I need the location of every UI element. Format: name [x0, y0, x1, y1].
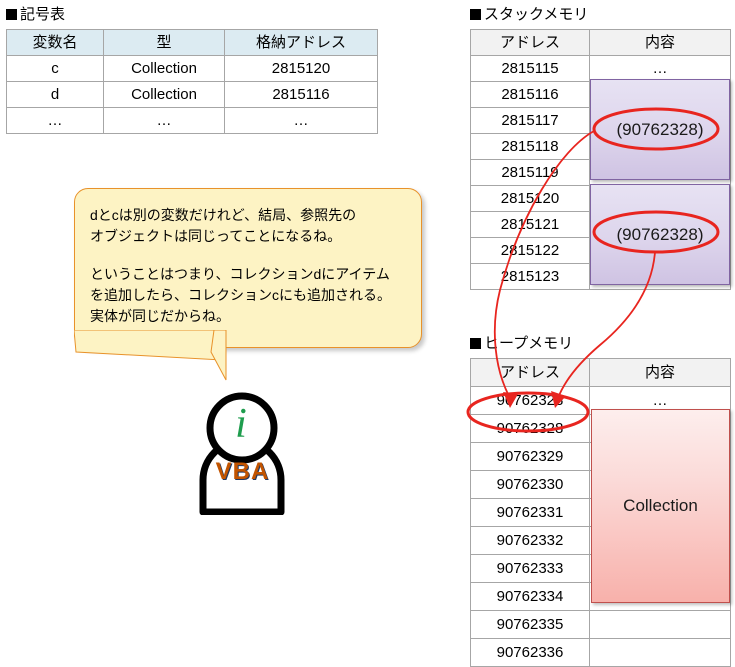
stack-value-box-d: (90762328)	[590, 79, 730, 180]
heap-collection-box: Collection	[591, 409, 730, 603]
heap-cell-address: 90762336	[470, 638, 590, 667]
stack-cell-content: …	[589, 55, 731, 82]
bubble-line: dとcは別の変数だけれど、結局、参照先の	[90, 207, 357, 223]
symbol-cell-address: …	[224, 107, 378, 134]
stack-cell-address: 2815119	[470, 159, 590, 186]
symbol-col-header-name: 変数名	[6, 29, 104, 56]
bubble-line: を追加したら、コレクションcにも追加される。	[90, 287, 391, 303]
heap-cell-address: 90762329	[470, 442, 590, 471]
table-row: c Collection 2815120	[6, 55, 378, 82]
stack-col-header-address: アドレス	[470, 29, 590, 56]
vba-mascot: i VBA	[185, 390, 300, 515]
heap-cell-address: 90762331	[470, 498, 590, 527]
heap-cell-content	[589, 638, 731, 667]
symbol-cell-name: d	[6, 81, 104, 108]
stack-cell-address: 2815116	[470, 81, 590, 108]
table-row: … … …	[6, 107, 378, 134]
table-header-row: アドレス 内容	[470, 29, 731, 56]
bubble-line: オブジェクトは同じってことになるね。	[90, 228, 342, 244]
heap-cell-address: 90762332	[470, 526, 590, 555]
bubble-line: 実体が同じだからね。	[90, 308, 230, 324]
symbol-cell-type: Collection	[103, 55, 225, 82]
stack-value-text: (90762328)	[616, 224, 704, 244]
stack-cell-address: 2815118	[470, 133, 590, 160]
symbol-cell-address: 2815120	[224, 55, 378, 82]
heap-col-header-address: アドレス	[470, 358, 590, 387]
info-letter: i	[235, 401, 247, 447]
stack-value-text: (90762328)	[616, 119, 704, 139]
heap-memory-title-text: ヒープメモリ	[484, 335, 574, 352]
stack-cell-address: 2815123	[470, 263, 590, 290]
stack-cell-address: 2815115	[470, 55, 590, 82]
heap-col-header-content: 内容	[589, 358, 731, 387]
table-row: 90762335	[470, 610, 731, 639]
heap-cell-address: 90762334	[470, 582, 590, 611]
heap-cell-address: 90762333	[470, 554, 590, 583]
heap-cell-address: 90762330	[470, 470, 590, 499]
stack-col-header-content: 内容	[589, 29, 731, 56]
heap-collection-label: Collection	[623, 496, 698, 515]
stack-value-box-c: (90762328)	[590, 184, 730, 285]
heap-cell-address: 90762328	[470, 414, 590, 443]
table-header-row: 変数名 型 格納アドレス	[6, 29, 378, 56]
symbol-cell-name: …	[6, 107, 104, 134]
table-row: 2815115 …	[470, 55, 731, 82]
stack-memory-title: スタックメモリ	[470, 6, 588, 24]
stack-cell-address: 2815120	[470, 185, 590, 212]
symbol-table-title: 記号表	[6, 6, 65, 24]
symbol-cell-address: 2815116	[224, 81, 378, 108]
stack-cell-address: 2815117	[470, 107, 590, 134]
symbol-cell-type: …	[103, 107, 225, 134]
symbol-col-header-address: 格納アドレス	[224, 29, 378, 56]
bubble-line: ということはつまり、コレクションdにアイテム	[90, 266, 390, 282]
symbol-cell-type: Collection	[103, 81, 225, 108]
stack-cell-address: 2815122	[470, 237, 590, 264]
stack-memory-title-text: スタックメモリ	[484, 6, 589, 23]
speech-bubble-text: dとcは別の変数だけれど、結局、参照先の オブジェクトは同じってことになるね。 …	[90, 205, 420, 327]
table-header-row: アドレス 内容	[470, 358, 731, 387]
bullet-square-icon	[470, 9, 481, 20]
symbol-cell-name: c	[6, 55, 104, 82]
heap-cell-address: 90762328	[470, 386, 590, 415]
symbol-table-title-text: 記号表	[20, 6, 66, 23]
mascot-label: VBA	[215, 458, 270, 485]
heap-memory-title: ヒープメモリ	[470, 335, 573, 353]
symbol-col-header-type: 型	[103, 29, 225, 56]
table-row: d Collection 2815116	[6, 81, 378, 108]
bullet-square-icon	[6, 9, 17, 20]
stack-cell-address: 2815121	[470, 211, 590, 238]
symbol-table: 変数名 型 格納アドレス c Collection 2815120 d Coll…	[6, 29, 378, 134]
table-row: 90762336	[470, 638, 731, 667]
heap-cell-content	[589, 610, 731, 639]
bullet-square-icon	[470, 338, 481, 349]
heap-cell-address: 90762335	[470, 610, 590, 639]
